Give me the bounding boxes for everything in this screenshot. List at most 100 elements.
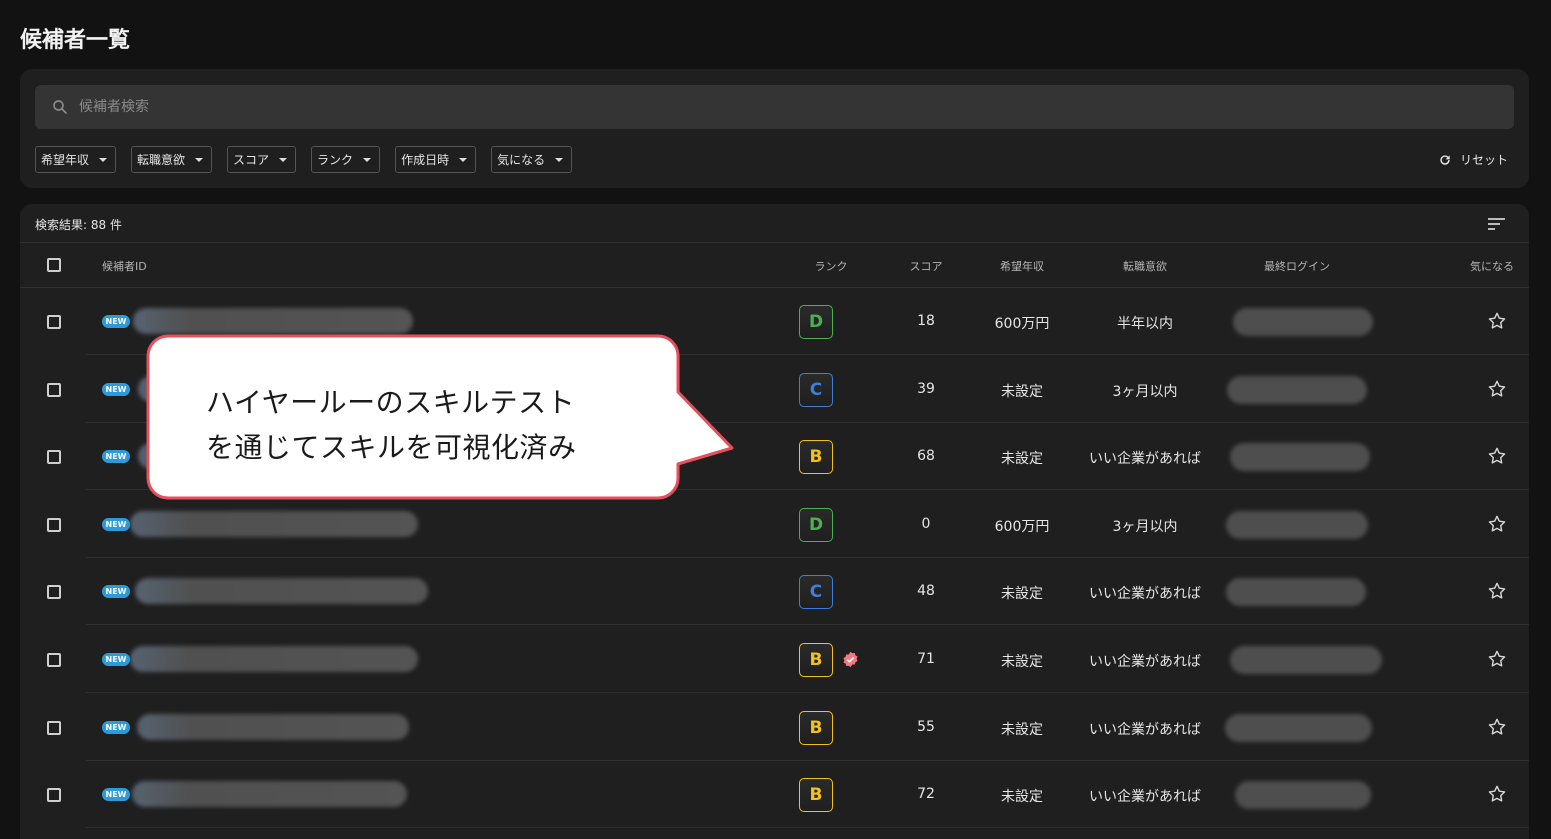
last-login-redacted [1230, 443, 1370, 472]
filter-dropdown[interactable]: ランク [311, 146, 381, 173]
salary-cell: 600万円 [994, 518, 1050, 535]
table-row[interactable]: NEW B 72 未設定 いい企業があれば [20, 761, 1529, 829]
filter-dropdown[interactable]: 希望年収 [35, 146, 117, 173]
header-motivation[interactable]: 転職意欲 [1123, 258, 1167, 274]
callout-bubble: ハイヤールーのスキルテスト を通じてスキルを可視化済み [146, 334, 746, 508]
row-checkbox[interactable] [47, 720, 61, 735]
table-row[interactable]: NEW C 48 未設定 いい企業があれば [20, 558, 1529, 626]
star-icon[interactable] [1487, 717, 1507, 737]
star-icon[interactable] [1487, 581, 1507, 601]
new-badge: NEW [102, 450, 130, 464]
score-cell: 0 [921, 515, 931, 532]
salary-cell: 未設定 [1001, 721, 1043, 738]
new-badge: NEW [102, 720, 130, 734]
rank-badge: B [799, 643, 833, 677]
score-cell: 71 [917, 651, 935, 667]
motivation-cell: 3ヶ月以内 [1112, 383, 1178, 400]
new-badge: NEW [102, 585, 130, 599]
last-login-redacted [1227, 375, 1367, 404]
row-checkbox[interactable] [47, 517, 61, 532]
rank-badge: B [799, 710, 833, 745]
verified-icon [843, 651, 858, 668]
search-input[interactable] [79, 99, 979, 115]
candidate-id-redacted[interactable] [135, 578, 428, 605]
filter-label: スコア [233, 153, 270, 167]
star-icon[interactable] [1487, 649, 1507, 669]
last-login-redacted [1226, 578, 1366, 607]
new-badge: NEW [102, 315, 130, 328]
salary-cell: 600万円 [994, 316, 1050, 332]
motivation-cell: いい企業があれば [1089, 586, 1201, 603]
table-row[interactable]: NEW B 55 未設定 いい企業があれば [20, 694, 1529, 761]
filter-label: 転職意欲 [137, 153, 186, 167]
row-checkbox[interactable] [47, 653, 61, 667]
star-icon[interactable] [1487, 514, 1507, 534]
header-score[interactable]: スコア [910, 258, 943, 274]
candidate-id-redacted[interactable] [133, 308, 413, 334]
table-row[interactable]: NEW B 71 未設定 いい企業があれば [20, 626, 1529, 693]
header-salary[interactable]: 希望年収 [1000, 258, 1044, 274]
rank-badge: B [799, 778, 833, 813]
star-icon[interactable] [1487, 311, 1507, 331]
filter-dropdown[interactable]: 転職意欲 [131, 146, 213, 173]
filter-dropdown[interactable]: スコア [227, 146, 297, 173]
row-checkbox[interactable] [47, 315, 61, 329]
page-title: 候補者一覧 [20, 28, 131, 53]
row-checkbox[interactable] [47, 382, 61, 397]
header-last-login[interactable]: 最終ログイン [1264, 258, 1330, 274]
star-icon[interactable] [1487, 446, 1507, 466]
salary-cell: 未設定 [1001, 383, 1043, 400]
header-rank[interactable]: ランク [815, 258, 848, 274]
star-icon[interactable] [1487, 379, 1507, 399]
new-badge: NEW [102, 382, 130, 396]
sort-icon[interactable] [1487, 216, 1507, 232]
new-badge: NEW [102, 517, 130, 531]
reset-button[interactable]: リセット [1438, 151, 1508, 168]
header-favorite[interactable]: 気になる [1470, 258, 1514, 274]
caret-down-icon [555, 157, 564, 162]
salary-cell: 未設定 [1001, 586, 1043, 603]
search-box[interactable] [35, 85, 1514, 129]
reset-label: リセット [1459, 153, 1508, 167]
rank-badge: D [799, 507, 833, 542]
filter-dropdown[interactable]: 気になる [491, 146, 573, 173]
row-divider [86, 827, 1529, 829]
score-cell: 48 [917, 583, 935, 600]
callout-line-2: を通じてスキルを可視化済み [206, 431, 577, 464]
star-icon[interactable] [1487, 784, 1507, 804]
filter-panel: 希望年収 転職意欲 スコア ランク 作成日時 気になる リセット [20, 69, 1529, 188]
filter-label: 気になる [497, 153, 546, 167]
filter-dropdown[interactable]: 作成日時 [395, 146, 477, 173]
row-checkbox[interactable] [47, 585, 61, 600]
score-cell: 72 [917, 786, 935, 803]
caret-down-icon [363, 157, 372, 162]
caret-down-icon [459, 157, 468, 162]
caret-down-icon [279, 157, 288, 162]
new-badge: NEW [102, 653, 130, 666]
select-all-checkbox[interactable] [47, 258, 61, 272]
row-checkbox[interactable] [47, 788, 61, 803]
salary-cell: 未設定 [1001, 654, 1043, 670]
rank-badge: C [799, 575, 833, 610]
results-count: 検索結果: 88 件 [35, 218, 122, 232]
candidate-id-redacted[interactable] [132, 781, 407, 808]
rank-badge: C [799, 372, 833, 407]
candidate-id-redacted[interactable] [130, 646, 418, 672]
caret-down-icon [195, 157, 204, 162]
last-login-redacted [1225, 713, 1372, 742]
motivation-cell: いい企業があれば [1089, 789, 1201, 806]
motivation-cell: 3ヶ月以内 [1112, 518, 1178, 535]
rank-badge: B [799, 440, 833, 475]
last-login-redacted [1233, 308, 1373, 336]
last-login-redacted [1230, 646, 1382, 674]
candidate-id-redacted[interactable] [137, 713, 409, 740]
new-badge: NEW [102, 788, 130, 802]
callout-line-1: ハイヤールーのスキルテスト [206, 386, 576, 419]
filter-label: ランク [317, 153, 354, 167]
rank-badge: D [799, 305, 833, 339]
candidate-id-redacted[interactable] [130, 510, 418, 537]
salary-cell: 未設定 [1001, 789, 1043, 806]
table-header: 候補者ID ランク スコア 希望年収 転職意欲 最終ログイン 気になる [20, 243, 1529, 288]
row-checkbox[interactable] [47, 450, 61, 465]
results-panel: 検索結果: 88 件 候補者ID ランク スコア 希望年収 転職意欲 最終ログイ… [20, 204, 1529, 839]
